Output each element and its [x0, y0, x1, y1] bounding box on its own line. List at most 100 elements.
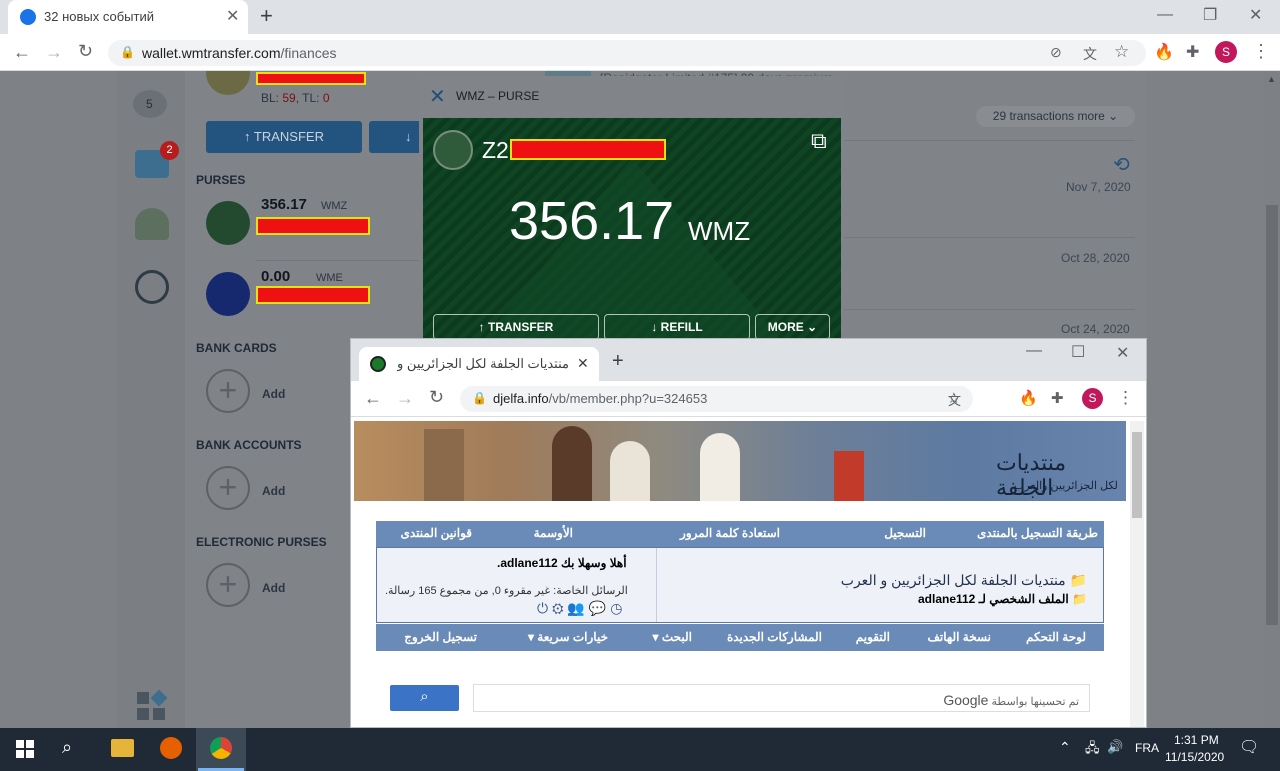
nav-badges[interactable]: الأوسمة — [534, 526, 573, 540]
purse-currency: WMZ — [688, 216, 751, 246]
forum-extensions-icon[interactable]: ✚ — [1051, 389, 1064, 407]
minimize-icon[interactable]: — — [1157, 6, 1173, 24]
breadcrumb-forum-link[interactable]: 📁 منتديات الجلفة لكل الجزائريين و العرب — [841, 572, 1087, 589]
apps-grid-icon[interactable] — [137, 689, 168, 722]
network-icon[interactable]: 🖧 — [1085, 739, 1100, 761]
forum-translate-icon[interactable]: 文 — [948, 390, 961, 409]
wallet-refill-button[interactable]: ↓ — [369, 121, 419, 153]
reload-icon[interactable]: ↻ — [78, 41, 93, 62]
forum-top-nav: طريقة التسجيل بالمنتدى التسجيل استعادة ك… — [376, 521, 1104, 547]
support-headset-icon[interactable] — [135, 270, 169, 304]
language-indicator[interactable]: FRA — [1135, 741, 1159, 755]
divider — [843, 309, 1135, 310]
user-quick-icons[interactable]: ⏻⚙👥💬◷ — [537, 600, 626, 617]
nav-search[interactable]: البحث ▾ — [653, 630, 693, 644]
forum-minimize-icon[interactable]: — — [1026, 342, 1042, 360]
redacted-wme-number — [256, 286, 370, 304]
purse-refill-button[interactable]: ↓ REFILL — [604, 314, 750, 340]
add-bank-card-icon[interactable]: + — [206, 369, 250, 413]
nav-register[interactable]: التسجيل — [884, 526, 926, 540]
nav-quick-options[interactable]: خيارات سريعة ▾ — [528, 630, 608, 644]
close-window-icon[interactable]: ✕ — [1249, 5, 1262, 25]
level-badge-icon[interactable]: 5 — [133, 90, 167, 118]
extension-fire-icon[interactable]: 🔥 — [1154, 42, 1174, 62]
google-search-input[interactable]: تم تحسينها بواسطة Google — [473, 684, 1090, 712]
nav-logout[interactable]: تسجيل الخروج — [404, 630, 477, 644]
page-scrollbar-thumb[interactable] — [1266, 205, 1278, 625]
wme-purse-icon[interactable] — [206, 272, 250, 316]
bookmark-star-icon[interactable]: ☆ — [1114, 42, 1129, 62]
google-search-button[interactable]: ⌕ — [390, 685, 459, 711]
clock-time[interactable]: 1:31 PM — [1174, 733, 1219, 747]
copy-icon[interactable]: ⧉ — [811, 128, 827, 154]
address-bar[interactable]: 🔒 wallet.wmtransfer.com/finances ⊘ 文 ☆ — [108, 40, 1146, 66]
extensions-puzzle-icon[interactable]: ✚ — [1186, 42, 1199, 62]
translate-icon[interactable]: 文 — [1083, 44, 1097, 64]
add-bank-account-icon[interactable]: + — [206, 466, 250, 510]
file-explorer-icon[interactable] — [111, 739, 134, 757]
nav-forum-rules[interactable]: قوانين المنتدى — [400, 526, 472, 540]
purse-amount: 356.17 — [509, 191, 675, 251]
forum-back-icon[interactable]: ← — [364, 388, 382, 409]
add-electronic-purse-label[interactable]: Add — [262, 581, 285, 595]
tray-overflow-icon[interactable]: ⌃ — [1059, 739, 1071, 756]
nav-calendar[interactable]: التقويم — [856, 630, 890, 644]
firefox-icon[interactable] — [160, 737, 182, 759]
add-bank-account-label[interactable]: Add — [262, 484, 285, 498]
nav-mobile-version[interactable]: نسخة الهاتف — [928, 630, 992, 644]
private-messages-status[interactable]: الرسائل الخاصة: غير مقروء 0, من مجموع 16… — [385, 584, 628, 597]
purse-more-button[interactable]: MORE ⌄ — [755, 314, 830, 340]
close-modal-icon[interactable]: ✕ — [429, 84, 446, 109]
contacts-icon[interactable] — [135, 208, 169, 240]
forum-favicon-icon — [370, 356, 386, 372]
electronic-purses-heading: ELECTRONIC PURSES — [196, 535, 327, 549]
divider — [256, 260, 419, 261]
taskbar-search-icon[interactable]: ⌕ — [62, 737, 72, 758]
profile-avatar[interactable]: S — [1215, 41, 1237, 63]
forum-address-bar[interactable]: 🔒 djelfa.info/vb/member.php?u=324653 ☆ — [460, 386, 973, 412]
chrome-menu-icon[interactable]: ⋮ — [1252, 41, 1270, 62]
scroll-up-icon[interactable]: ▲ — [1267, 74, 1276, 84]
back-icon[interactable]: ← — [13, 42, 31, 63]
volume-icon[interactable]: 🔊 — [1107, 739, 1123, 755]
forum-banner: منتديات الجلفة لكل الجزائريين والعرب — [354, 421, 1126, 501]
nav-control-panel[interactable]: لوحة التحكم — [1026, 630, 1086, 644]
transaction-date: Nov 7, 2020 — [1066, 180, 1131, 194]
add-electronic-purse-icon[interactable]: + — [206, 563, 250, 607]
wallet-transfer-button[interactable]: ↑ TRANSFER — [206, 121, 362, 153]
forum-bottom-nav: لوحة التحكم نسخة الهاتف التقويم المشاركا… — [376, 624, 1104, 651]
forum-forward-icon[interactable]: → — [396, 388, 414, 409]
nav-password-recovery[interactable]: استعادة كلمة المرور — [680, 526, 780, 540]
forum-scrollbar-thumb[interactable] — [1132, 432, 1142, 518]
forum-new-tab-icon[interactable]: + — [612, 350, 624, 373]
redacted-wmid — [256, 72, 366, 85]
redacted-purse-number — [510, 139, 666, 160]
wmz-purse-icon[interactable] — [206, 201, 250, 245]
chrome-icon — [210, 737, 232, 759]
forum-extension-fire-icon[interactable]: 🔥 — [1019, 389, 1038, 407]
browser-tab[interactable]: 32 новых событий ✕ — [8, 0, 248, 34]
new-tab-icon[interactable]: + — [260, 3, 273, 29]
clock-date[interactable]: 11/15/2020 — [1165, 750, 1224, 764]
more-transactions-button[interactable]: 29 transactions more ⌄ — [976, 106, 1135, 127]
forum-browser-tab[interactable]: منتديات الجلفة لكل الجزائريين و العرب ✕ — [359, 347, 599, 381]
nav-new-posts[interactable]: المشاركات الجديدة — [727, 630, 822, 644]
notifications-icon[interactable]: 🗨 — [1239, 737, 1259, 757]
windows-start-icon[interactable] — [16, 740, 34, 758]
child-image — [552, 426, 592, 501]
forum-maximize-icon[interactable]: ☐ — [1071, 342, 1085, 362]
lock-icon: 🔒 — [120, 45, 135, 59]
nav-registration-method[interactable]: طريقة التسجيل بالمنتدى — [977, 526, 1098, 540]
blocked-cookie-icon[interactable]: ⊘ — [1050, 44, 1062, 61]
history-icon[interactable]: ⟲ — [1113, 152, 1130, 177]
restore-icon[interactable]: ❐ — [1203, 5, 1217, 25]
forum-close-window-icon[interactable]: ✕ — [1116, 343, 1129, 363]
forward-icon[interactable]: → — [45, 42, 63, 63]
close-forum-tab-icon[interactable]: ✕ — [577, 355, 589, 372]
forum-profile-avatar[interactable]: S — [1082, 388, 1103, 409]
close-tab-icon[interactable]: ✕ — [226, 6, 239, 26]
forum-reload-icon[interactable]: ↻ — [429, 387, 444, 408]
purse-transfer-button[interactable]: ↑ TRANSFER — [433, 314, 599, 340]
forum-chrome-menu-icon[interactable]: ⋮ — [1117, 388, 1134, 408]
add-bank-card-label[interactable]: Add — [262, 387, 285, 401]
